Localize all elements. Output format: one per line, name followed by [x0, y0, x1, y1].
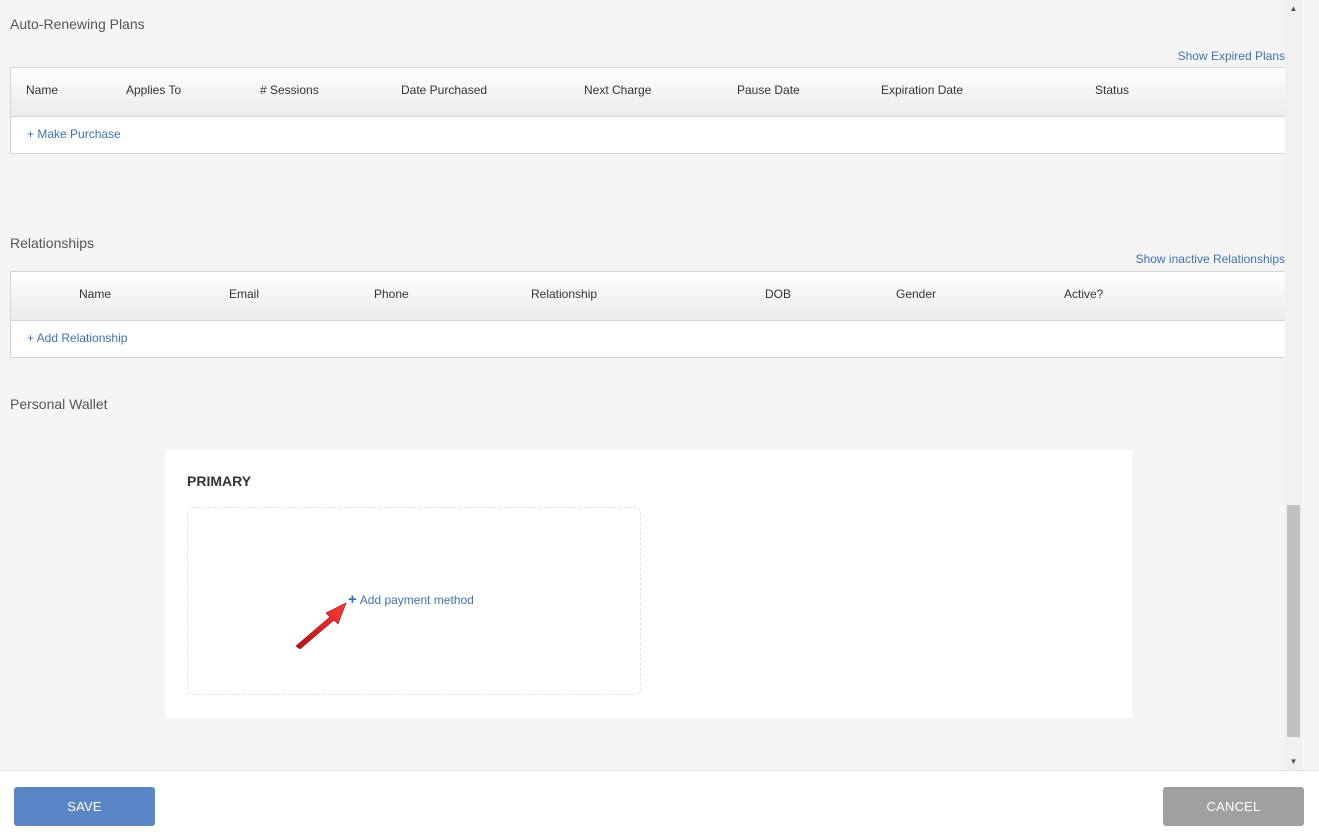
primary-label: PRIMARY [187, 473, 252, 489]
relationships-grid: Name Email Phone Relationship DOB Gender… [10, 271, 1287, 358]
scrollbar-thumb[interactable] [1287, 505, 1300, 737]
scroll-content: Auto-Renewing Plans Show Expired Plans N… [0, 0, 1302, 770]
show-expired-plans-link[interactable]: Show Expired Plans [1178, 49, 1285, 63]
column-header-pause-date[interactable]: Pause Date [737, 83, 800, 97]
column-header-name[interactable]: Name [26, 83, 58, 97]
payment-method-slot: + Add payment method [187, 507, 641, 695]
save-button[interactable]: SAVE [14, 787, 155, 826]
personal-wallet-title: Personal Wallet [10, 396, 108, 412]
auto-renewing-plans-title: Auto-Renewing Plans [10, 16, 145, 32]
grid-body: + Make Purchase [11, 117, 1286, 153]
add-payment-method-button[interactable]: + Add payment method [348, 592, 474, 607]
scroll-up-icon[interactable]: ▲ [1285, 0, 1302, 17]
column-header-applies-to[interactable]: Applies To [126, 83, 181, 97]
column-header-email[interactable]: Email [229, 287, 259, 301]
column-header-date-purchased[interactable]: Date Purchased [401, 83, 487, 97]
annotation-arrow-icon [295, 602, 347, 649]
vertical-scrollbar[interactable]: ▲ ▼ [1285, 0, 1302, 770]
relationships-title: Relationships [10, 235, 95, 251]
grid-body: + Add Relationship [11, 321, 1286, 357]
column-header-dob[interactable]: DOB [765, 287, 791, 301]
grid-header: Name Email Phone Relationship DOB Gender… [11, 272, 1286, 321]
auto-renewing-plans-grid: Name Applies To # Sessions Date Purchase… [10, 67, 1287, 154]
member-profile-page: Auto-Renewing Plans Show Expired Plans N… [0, 0, 1319, 836]
wallet-card: PRIMARY + Add payment method [165, 450, 1132, 718]
add-payment-method-label: Add payment method [359, 593, 474, 607]
column-header-name[interactable]: Name [79, 287, 111, 301]
cancel-button[interactable]: CANCEL [1163, 787, 1304, 826]
grid-header: Name Applies To # Sessions Date Purchase… [11, 68, 1286, 117]
column-header-phone[interactable]: Phone [374, 287, 409, 301]
footer-bar: SAVE CANCEL [0, 770, 1319, 836]
column-header-relationship[interactable]: Relationship [531, 287, 597, 301]
column-header-sessions[interactable]: # Sessions [260, 83, 319, 97]
column-header-active[interactable]: Active? [1064, 287, 1103, 301]
column-header-gender[interactable]: Gender [896, 287, 936, 301]
add-relationship-link[interactable]: + Add Relationship [27, 331, 127, 345]
show-inactive-relationships-link[interactable]: Show inactive Relationships [1136, 252, 1285, 266]
column-header-next-charge[interactable]: Next Charge [584, 83, 651, 97]
column-header-status[interactable]: Status [1095, 83, 1129, 97]
column-header-expiration-date[interactable]: Expiration Date [881, 83, 963, 97]
scroll-down-icon[interactable]: ▼ [1285, 753, 1302, 770]
make-purchase-link[interactable]: + Make Purchase [27, 127, 121, 141]
